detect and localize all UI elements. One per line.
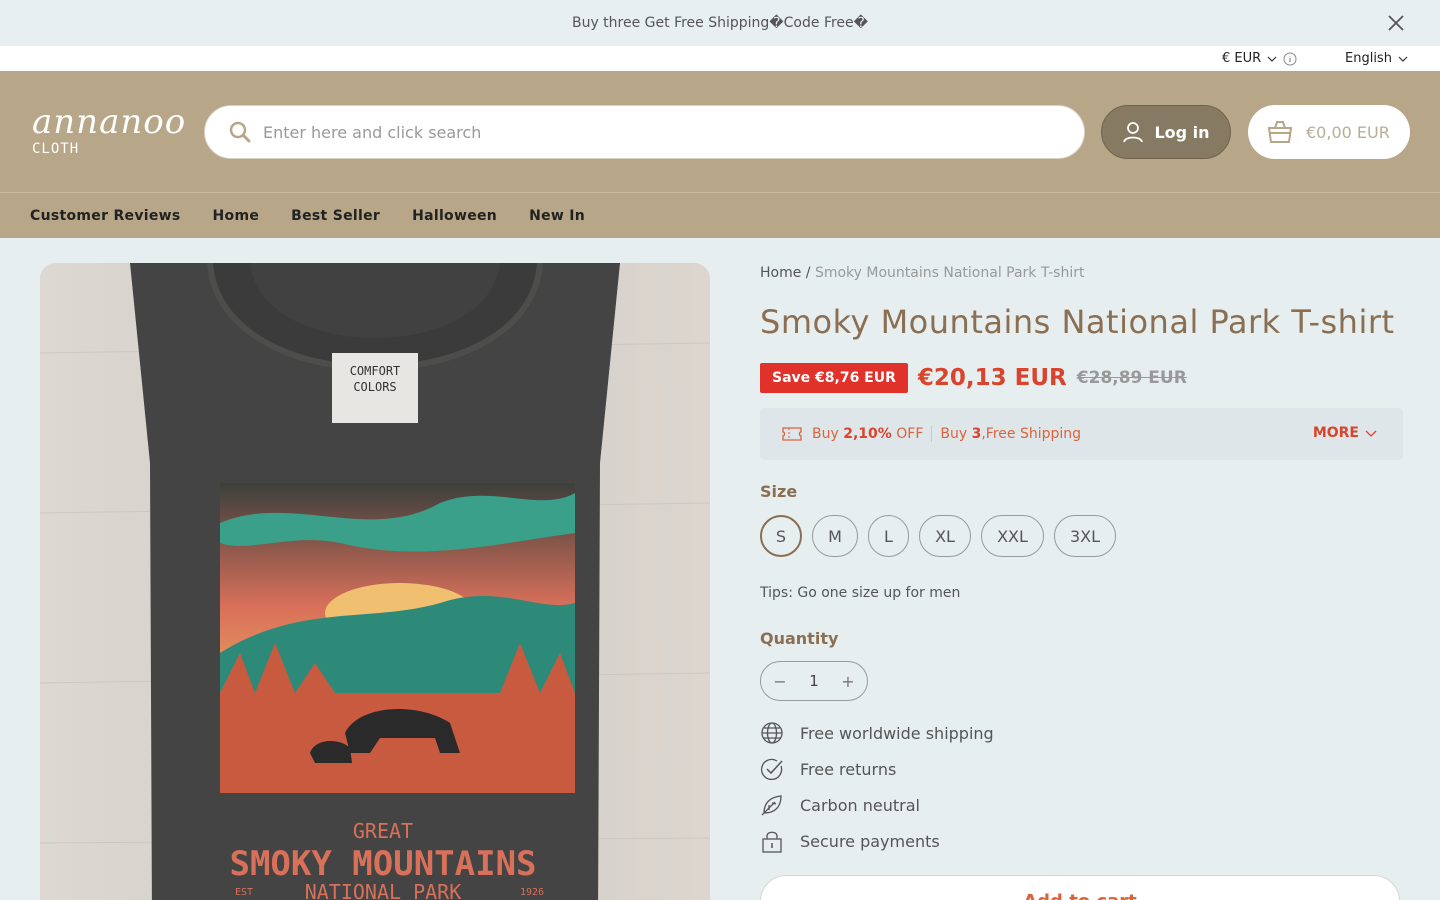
size-option-xl[interactable]: XL <box>919 515 971 557</box>
sale-price: €20,13 EUR <box>917 365 1067 391</box>
nav-item-best-seller[interactable]: Best Seller <box>291 208 380 224</box>
feature-label: Carbon neutral <box>800 795 920 815</box>
close-icon[interactable] <box>1386 13 1406 33</box>
main-nav: Customer Reviews Home Best Seller Hallow… <box>0 192 1440 238</box>
login-label: Log in <box>1154 122 1210 142</box>
language-label: English <box>1345 51 1392 66</box>
size-option-m[interactable]: M <box>812 515 858 557</box>
search-bar <box>204 105 1085 159</box>
size-option-l[interactable]: L <box>868 515 909 557</box>
quantity-decrease-button[interactable]: − <box>773 672 787 691</box>
quantity-label: Quantity <box>760 629 839 648</box>
ticket-icon <box>782 427 802 441</box>
info-icon[interactable] <box>1283 52 1297 66</box>
tshirt-image: COMFORT COLORS GREAT SMOKY MOUNTAINS NAT… <box>40 263 710 900</box>
tag-text-2: COLORS <box>353 380 396 394</box>
chevron-down-icon <box>1365 430 1377 437</box>
logo-wordmark: annanoo <box>32 102 187 142</box>
quantity-value[interactable]: 1 <box>809 672 819 690</box>
search-icon[interactable] <box>229 121 251 143</box>
promo-more-button[interactable]: MORE <box>1313 425 1377 441</box>
quantity-stepper: − 1 + <box>760 661 868 701</box>
print-text-1: GREAT <box>353 819 413 843</box>
promo-offer-2: Buy 3,Free Shipping <box>940 426 1082 442</box>
add-to-cart-button[interactable]: Add to cart <box>760 875 1400 900</box>
size-selector: S M L XL XXL 3XL <box>760 515 1116 557</box>
size-option-xxl[interactable]: XXL <box>981 515 1044 557</box>
feature-item: Free returns <box>760 757 896 781</box>
feature-item: Secure payments <box>760 829 940 853</box>
cart-button[interactable]: €0,00 EUR <box>1248 105 1410 159</box>
save-badge: Save €8,76 EUR <box>760 363 908 393</box>
leaf-icon <box>761 795 782 816</box>
currency-label: € EUR <box>1222 51 1262 66</box>
compare-price: €28,89 EUR <box>1076 368 1187 388</box>
breadcrumb-separator: / <box>805 265 811 281</box>
language-selector[interactable]: English <box>1345 51 1408 66</box>
logo[interactable]: annanoo CLOTH <box>32 105 186 157</box>
search-input[interactable] <box>263 122 1023 142</box>
promo-offer-1: Buy 2,10% OFF <box>812 426 924 442</box>
print-text-year: 1926 <box>520 887 544 898</box>
chevron-down-icon <box>1267 56 1277 62</box>
print-text-2: SMOKY MOUNTAINS <box>229 844 536 884</box>
check-circle-icon <box>760 758 783 780</box>
breadcrumb: Home / Smoky Mountains National Park T-s… <box>760 265 1084 281</box>
utility-bar: € EUR English <box>0 46 1440 71</box>
product-image[interactable]: COMFORT COLORS GREAT SMOKY MOUNTAINS NAT… <box>40 263 710 900</box>
breadcrumb-home[interactable]: Home <box>760 265 801 281</box>
logo-subtext: CLOTH <box>32 141 80 157</box>
currency-selector[interactable]: € EUR <box>1222 51 1297 66</box>
print-text-est: EST <box>235 887 253 898</box>
promo-divider <box>931 426 933 442</box>
size-label: Size <box>760 482 798 501</box>
nav-item-halloween[interactable]: Halloween <box>412 208 497 224</box>
site-header: annanoo CLOTH Log in €0,00 EUR <box>0 71 1440 193</box>
announcement-bar: Buy three Get Free Shipping�Code Free� <box>0 0 1440 46</box>
promo-more-label: MORE <box>1312 425 1359 441</box>
size-option-s[interactable]: S <box>760 515 802 557</box>
tag-text-1: COMFORT <box>350 364 401 378</box>
chevron-down-icon <box>1398 56 1408 62</box>
size-option-3xl[interactable]: 3XL <box>1054 515 1116 557</box>
feature-label: Free returns <box>800 759 897 779</box>
quantity-increase-button[interactable]: + <box>841 672 855 691</box>
feature-label: Free worldwide shipping <box>800 723 994 743</box>
cart-total: €0,00 EUR <box>1306 122 1390 142</box>
announcement-text: Buy three Get Free Shipping�Code Free� <box>571 15 869 31</box>
feature-item: Carbon neutral <box>760 793 920 817</box>
nav-item-customer-reviews[interactable]: Customer Reviews <box>30 208 181 224</box>
login-button[interactable]: Log in <box>1101 105 1231 159</box>
feature-label: Secure payments <box>800 831 940 851</box>
nav-item-new-in[interactable]: New In <box>529 208 585 224</box>
user-icon <box>1123 122 1144 143</box>
product-title: Smoky Mountains National Park T-shirt <box>760 303 1395 341</box>
basket-icon <box>1267 121 1293 143</box>
feature-item: Free worldwide shipping <box>760 721 994 745</box>
globe-icon <box>761 722 783 744</box>
price-row: Save €8,76 EUR €20,13 EUR €28,89 EUR <box>760 363 1187 393</box>
promo-bar: Buy 2,10% OFF Buy 3,Free Shipping MORE <box>760 408 1403 460</box>
lock-icon <box>762 831 782 853</box>
nav-item-home[interactable]: Home <box>213 208 260 224</box>
print-text-3: NATIONAL PARK <box>305 880 462 900</box>
breadcrumb-current: Smoky Mountains National Park T-shirt <box>814 265 1085 281</box>
size-tip: Tips: Go one size up for men <box>760 585 961 601</box>
